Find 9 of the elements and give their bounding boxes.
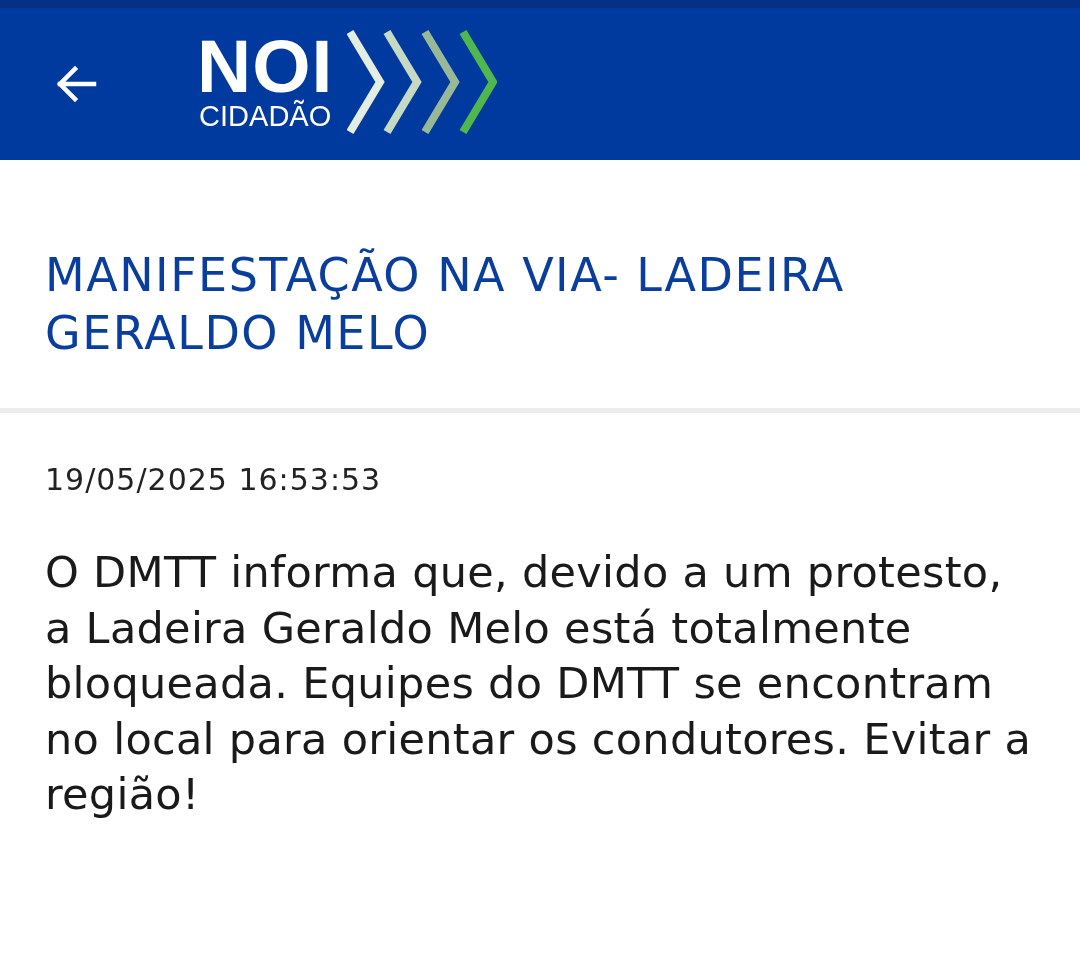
chevron-icon (421, 29, 460, 135)
article-title: MANIFESTAÇÃO NA VIA- LADEIRA GERALDO MELO (45, 247, 846, 362)
logo-title: NOI (197, 35, 334, 97)
chevron-icon (383, 29, 422, 135)
article-timestamp: 19/05/2025 16:53:53 (45, 463, 383, 497)
logo-subtitle: CIDADÃO (199, 99, 332, 133)
chevron-icon (347, 29, 385, 135)
chevron-icon (459, 29, 498, 135)
article-body: O DMTT informa que, devido a um protesto, a Ladeira Geraldo Melo está totalmente bloqueada. Equipes do DMTT se encontram no local para orientar os condutores. Evitar a região! (45, 546, 1033, 822)
